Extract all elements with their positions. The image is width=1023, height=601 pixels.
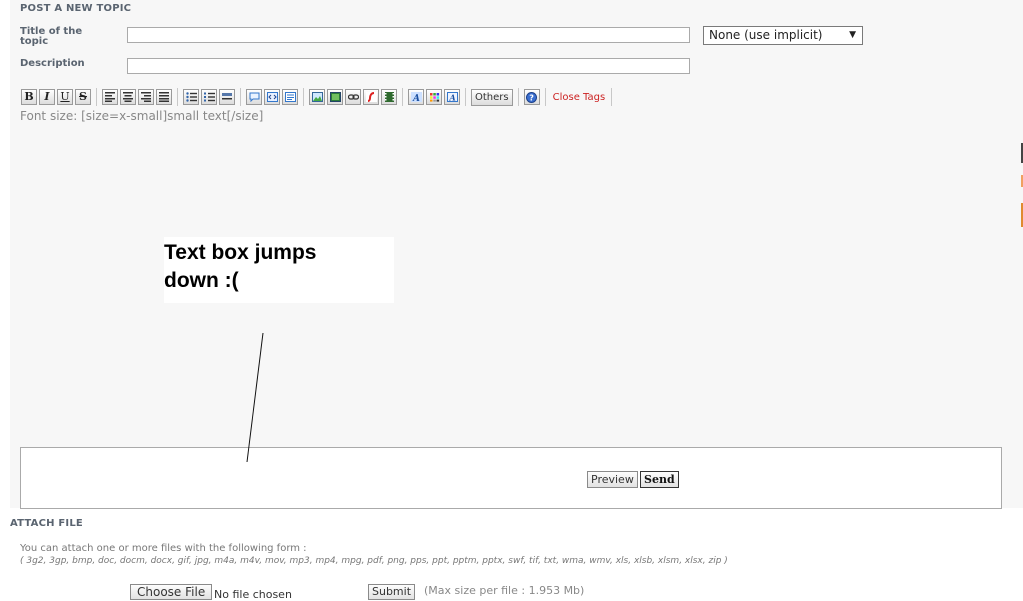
preview-button[interactable]: Preview <box>587 471 638 488</box>
choose-file-button[interactable]: Choose File <box>130 584 213 600</box>
close-tags-link[interactable]: Close Tags <box>553 92 606 103</box>
svg-text:A: A <box>412 94 420 102</box>
flash-icon <box>365 92 377 102</box>
toolbar-separator <box>303 88 304 106</box>
max-size-text: (Max size per file : 1.953 Mb) <box>424 584 585 597</box>
color-button[interactable] <box>426 89 442 105</box>
size-button[interactable]: A <box>444 89 460 105</box>
topic-icon-select-value: None (use implicit) <box>709 28 823 42</box>
image-button[interactable] <box>309 89 325 105</box>
picture-icon <box>329 92 341 102</box>
toolbar-separator <box>517 88 519 106</box>
toolbar-separator <box>544 88 546 106</box>
flash-button[interactable] <box>363 89 379 105</box>
toolbar-separator <box>402 88 403 106</box>
toolbar-separator <box>465 88 466 106</box>
svg-text:A: A <box>448 93 455 103</box>
video-icon <box>384 92 394 102</box>
chevron-down-icon: ▼ <box>849 30 856 40</box>
font-button[interactable]: A <box>408 89 424 105</box>
annotation-arrow-line <box>246 332 264 463</box>
size-icon: A <box>446 92 458 103</box>
help-button[interactable]: ? <box>523 89 540 105</box>
video-button[interactable] <box>381 89 397 105</box>
send-button[interactable]: Send <box>640 471 679 488</box>
link-icon <box>347 94 359 100</box>
picture-button[interactable] <box>327 89 343 105</box>
help-icon: ? <box>526 91 538 103</box>
file-status-text: No file chosen <box>214 588 292 601</box>
attach-file-heading: ATTACH FILE <box>10 518 83 529</box>
color-icon <box>429 93 439 102</box>
attach-allowed-types: ( 3g2, 3gp, bmp, doc, docm, docx, gif, j… <box>20 556 728 566</box>
toolbar-separator <box>611 88 613 106</box>
font-icon: A <box>410 92 422 102</box>
others-button[interactable]: Others <box>471 88 513 106</box>
svg-text:?: ? <box>529 93 534 102</box>
topic-icon-select[interactable]: None (use implicit) ▼ <box>703 26 863 45</box>
attach-description: You can attach one or more files with th… <box>20 543 307 554</box>
submit-button[interactable]: Submit <box>368 584 416 600</box>
image-icon <box>311 92 323 102</box>
link-button[interactable] <box>345 89 361 105</box>
